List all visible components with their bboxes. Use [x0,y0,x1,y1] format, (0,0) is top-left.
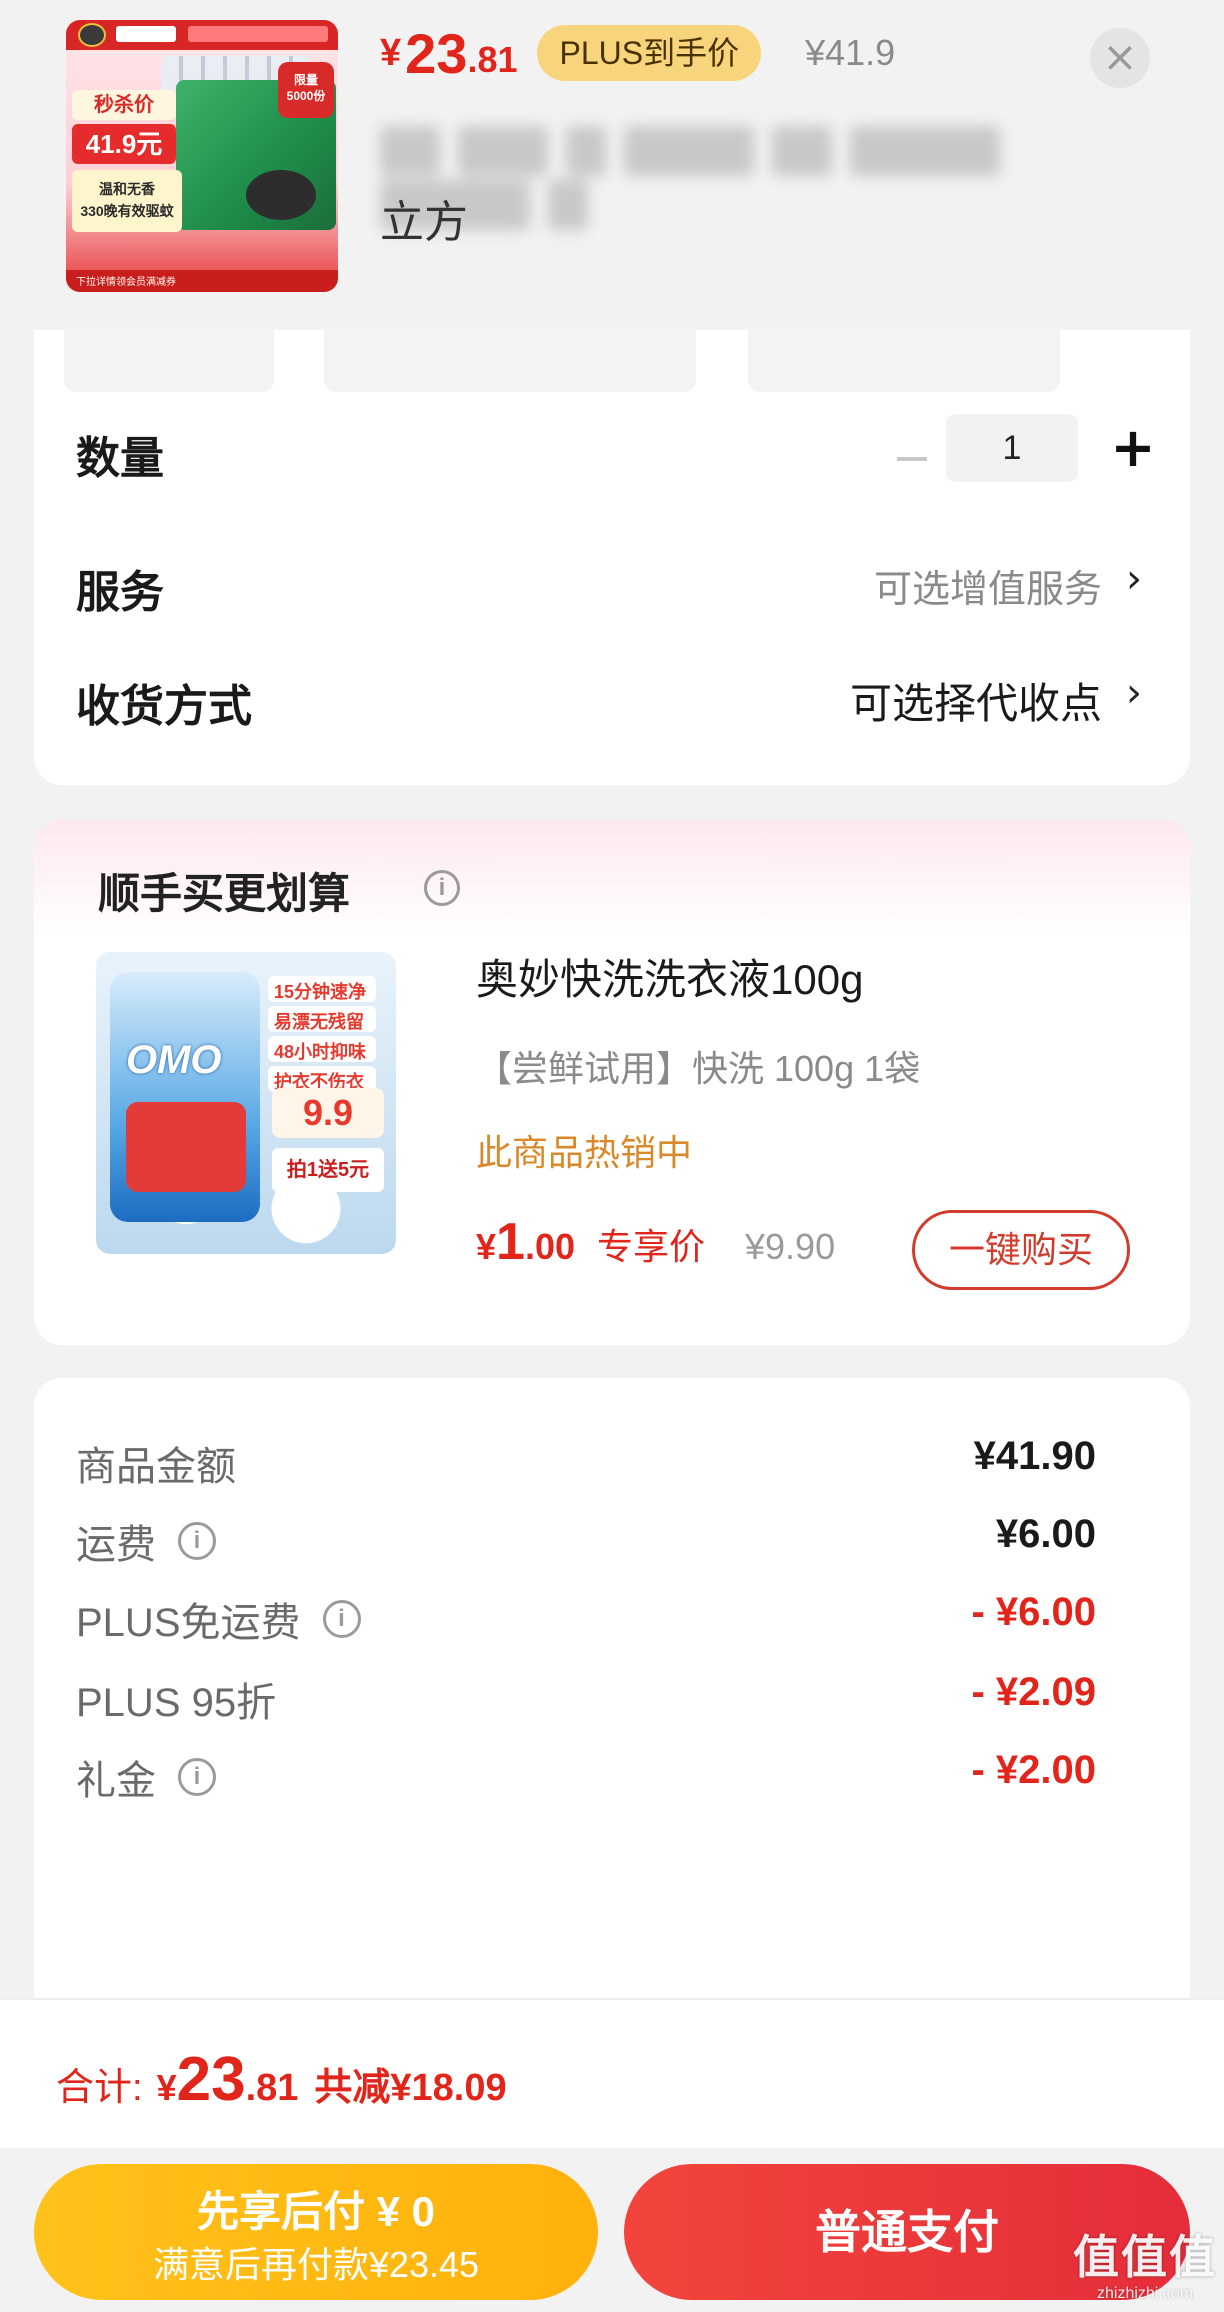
addon-card: 顺手买更划算 i OMO 15分钟速净 易漂无残留 48小时抑味 护衣不伤衣 9… [34,820,1190,1345]
watermark-logo: 值值值 [1073,2231,1217,2283]
service-chevron-icon[interactable]: › [1126,556,1142,602]
sale-label: 秒杀价 [72,90,176,120]
product-title-line2: 立方 [380,198,468,247]
quantity-input[interactable]: 1 [946,414,1078,482]
total-decimal: .81 [245,2067,299,2109]
fee-label-text: PLUS免运费 [76,1601,301,1645]
mosquito-mascot [246,170,316,220]
addon-hot-tag: 此商品热销中 [476,1132,693,1173]
product-header: 限量 5000份 秒杀价 41.9元 温和无香 330晚有效驱蚊 下拉详情领会员… [0,0,1224,330]
info-icon: i [424,870,460,906]
plus-price-badge: PLUS到手价 [537,25,762,81]
omo-red-panel [126,1102,246,1192]
omo-feature-text: 48小时抑味 [274,1042,367,1062]
fee-label-plus-discount: PLUS 95折 [76,1670,276,1728]
addon-price-decimal: .00 [524,1226,575,1267]
fee-value-plus-free-shipping: - ¥6.00 [971,1590,1096,1634]
total-bar: 合计: ¥ 23 .81 共减¥18.09 [0,1998,1224,2148]
addon-product-spec: 【尝鲜试用】快洗 100g 1袋 [476,1048,921,1089]
price-decimal: .81 [467,39,518,80]
total-saved: 共减¥18.09 [314,2067,507,2109]
header-price-row: ¥ 23 .81 PLUS到手价 ¥41.9 [380,18,895,88]
pay-later-title: 先享后付 ¥ 0 [196,2188,436,2235]
fee-value-gift-money: - ¥2.00 [971,1748,1096,1792]
spec-chip[interactable] [748,330,1060,392]
brand-logo [78,23,106,47]
delivery-value[interactable]: 可选择代收点 [850,670,1102,731]
info-icon[interactable]: i [178,1522,216,1560]
fee-label-text: 礼金 [76,1759,156,1803]
info-icon[interactable]: i [322,1600,361,1638]
fee-label-shipping: 运费 i [76,1512,216,1570]
total-currency: ¥ [156,2067,177,2108]
minus-icon: − [891,430,933,486]
omo-price-badge: 9.9 [272,1088,384,1138]
pay-later-button[interactable]: 先享后付 ¥ 0 满意后再付款¥23.45 [34,2164,598,2300]
omo-feature-text: 15分钟速净 [274,982,367,1002]
quantity-decrease-button[interactable]: − [882,428,942,488]
site-watermark: 值值值 zhizhizhi.com [1070,2230,1220,2312]
price-integer: 23 [405,21,468,85]
delivery-chevron-icon[interactable]: › [1126,670,1142,716]
promo-date-strip [188,26,328,42]
omo-feature-text: 易漂无残留 [274,1012,364,1032]
quantity-increase-button[interactable]: + [1100,410,1166,486]
brand-tag [116,26,176,42]
omo-gift-badge: 拍1送5元 [272,1148,384,1192]
price-breakdown-card: 商品金额 ¥41.90 运费 i ¥6.00 PLUS免运费 i - ¥6.00… [34,1378,1190,1998]
service-value[interactable]: 可选增值服务 [874,558,1102,613]
addon-price-currency: ¥ [476,1226,497,1267]
fee-label-plus-free-shipping: PLUS免运费 i [76,1590,361,1648]
thumb-footer-text: 下拉详情领会员满减券 [76,277,176,288]
close-button[interactable]: × [1090,28,1150,88]
fee-value-plus-discount: - ¥2.09 [971,1670,1096,1714]
price-currency: ¥ [380,31,402,74]
addon-product-name[interactable]: 奥妙快洗洗衣液100g [476,946,863,1007]
addon-section-title: 顺手买更划算 [98,870,351,917]
fee-label-text: 商品金额 [76,1445,236,1489]
pay-later-subtitle: 满意后再付款¥23.45 [152,2244,480,2285]
options-card: 数量 − 1 + 服务 可选增值服务 › 收货方式 可选择代收点 › [34,300,1190,785]
fee-label-gift-money: 礼金 i [76,1748,216,1806]
addon-exclusive-label: 专享价 [597,1226,706,1267]
one-click-buy-button[interactable]: 一键购买 [912,1210,1130,1290]
sale-price: 41.9元 [72,124,176,164]
limit-badge: 限量 5000份 [278,62,334,118]
fee-value-shipping: ¥6.00 [995,1512,1096,1556]
action-bar: 先享后付 ¥ 0 满意后再付款¥23.45 普通支付 [0,2148,1224,2312]
addon-original-price: ¥9.90 [745,1226,836,1267]
close-icon: × [1102,32,1138,81]
spec-chip[interactable] [324,330,696,392]
watermark-url: zhizhizhi.com [1096,2285,1194,2302]
fee-label-goods: 商品金额 [76,1434,236,1492]
total-integer: 23 [176,2045,246,2114]
fee-label-text: PLUS 95折 [76,1681,277,1725]
fee-label-text: 运费 [76,1523,156,1567]
addon-price-integer: 1 [496,1213,525,1271]
original-price: ¥41.9 [805,32,896,73]
product-desc-label: 温和无香 330晚有效驱蚊 [72,170,182,232]
addon-product-image[interactable]: OMO 15分钟速净 易漂无残留 48小时抑味 护衣不伤衣 9.9 拍1送5元 [96,952,396,1254]
quantity-label: 数量 [76,434,164,483]
addon-info-button[interactable]: i [424,870,460,906]
total-label: 合计: [56,2067,143,2109]
delivery-label: 收货方式 [76,682,252,731]
product-title-blurred [380,126,1150,230]
omo-logo: OMO [126,1038,222,1082]
addon-price-row: ¥ 1 .00 专享价 ¥9.90 [476,1212,835,1272]
product-thumbnail: 限量 5000份 秒杀价 41.9元 温和无香 330晚有效驱蚊 下拉详情领会员… [66,20,338,292]
service-label: 服务 [76,568,164,617]
spec-chip[interactable] [64,330,274,392]
total-row: 合计: ¥ 23 .81 共减¥18.09 [56,2044,507,2115]
info-icon[interactable]: i [178,1758,216,1796]
plus-icon: + [1110,416,1156,479]
fee-value-goods: ¥41.90 [973,1434,1096,1478]
